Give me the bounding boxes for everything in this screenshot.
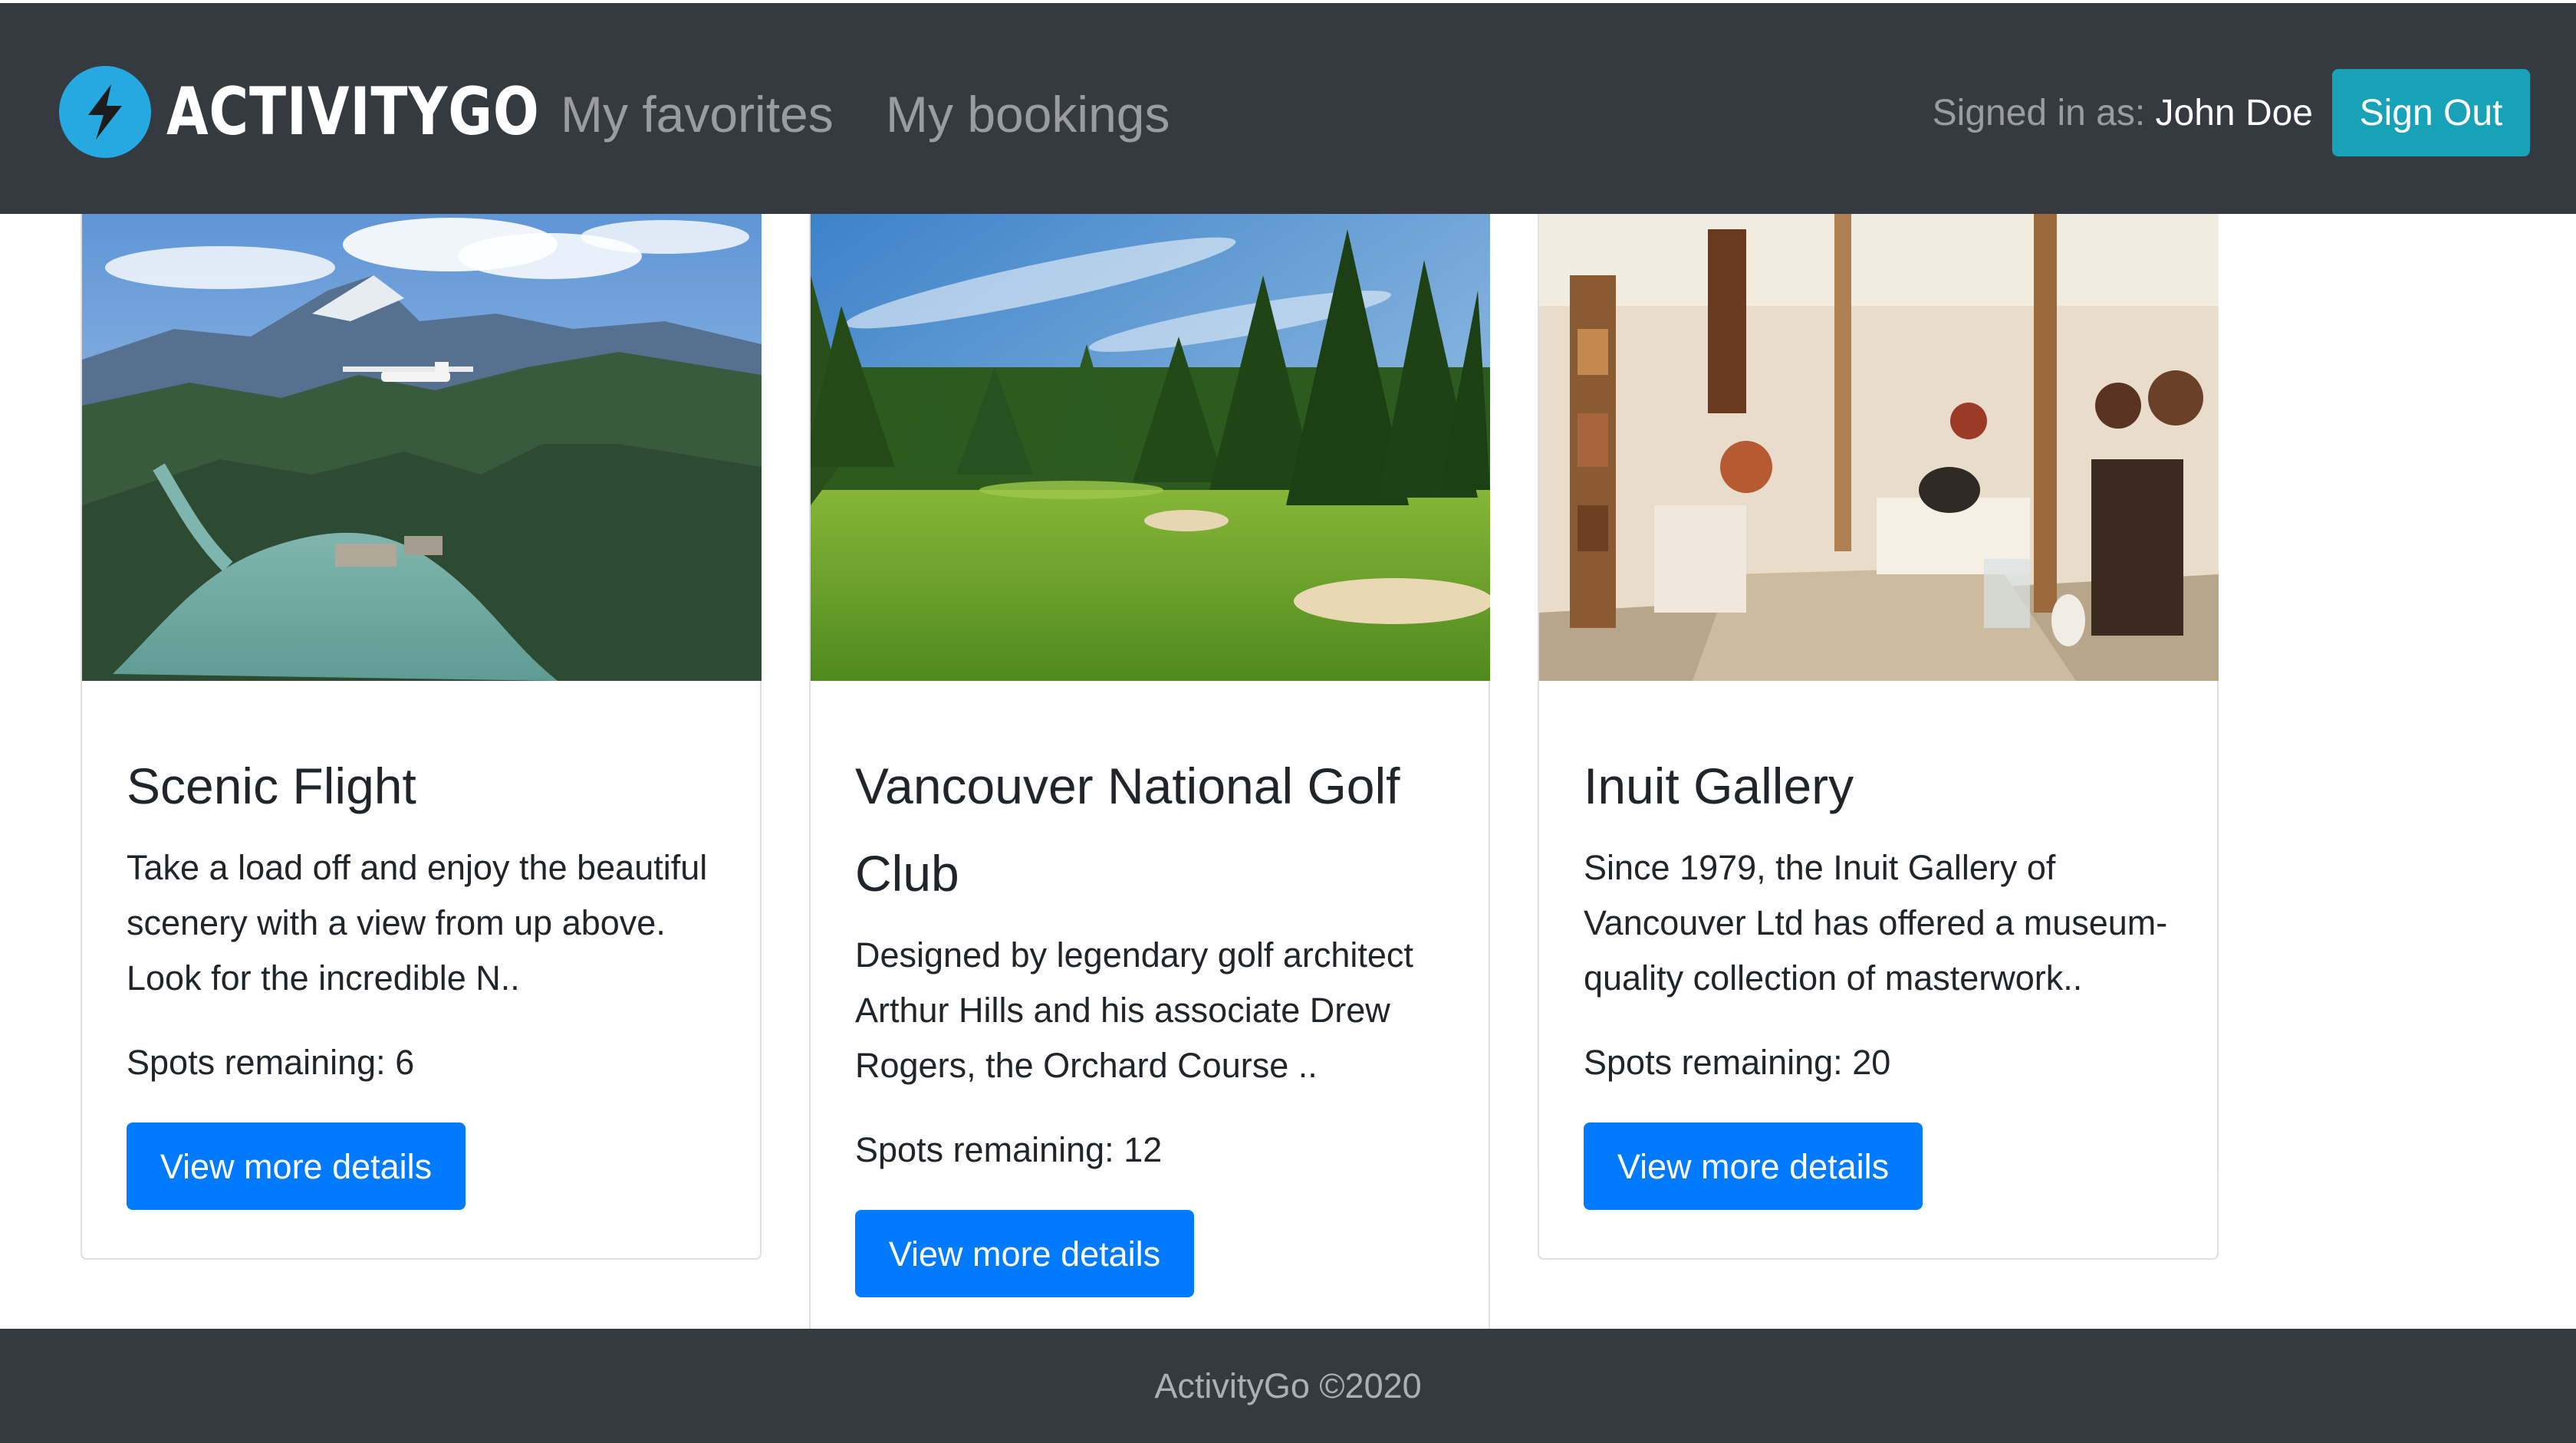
- spots-count: 6: [395, 1043, 415, 1082]
- spots-count: 20: [1852, 1043, 1891, 1082]
- spots-remaining: Spots remaining: 6: [127, 1035, 716, 1090]
- navbar: ACTIVITYGO My favorites My bookings Sign…: [0, 0, 2576, 214]
- view-details-button[interactable]: View more details: [127, 1123, 466, 1210]
- signed-in-label: Signed in as:: [1932, 93, 2146, 133]
- activity-image: [1539, 214, 2219, 681]
- signed-in-status: Signed in as: John Doe: [1933, 88, 2313, 139]
- brand-name: ACTIVITYGO: [166, 74, 540, 150]
- activity-card: Inuit Gallery Since 1979, the Inuit Gall…: [1538, 214, 2219, 1260]
- activity-card: Vancouver National Golf Club Designed by…: [809, 214, 1490, 1347]
- nav-my-bookings[interactable]: My bookings: [886, 80, 1170, 149]
- activity-title: Inuit Gallery: [1584, 758, 1854, 814]
- view-details-button[interactable]: View more details: [855, 1210, 1194, 1297]
- spots-label: Spots remaining:: [1584, 1043, 1843, 1082]
- nav-my-favorites[interactable]: My favorites: [561, 80, 834, 149]
- sign-out-button[interactable]: Sign Out: [2332, 69, 2530, 156]
- spots-remaining: Spots remaining: 12: [855, 1123, 1444, 1178]
- activity-image: [811, 214, 1490, 681]
- spots-label: Spots remaining:: [127, 1043, 386, 1082]
- footer: ActivityGo ©2020: [0, 1329, 2576, 1443]
- footer-copyright: ActivityGo ©2020: [1154, 1366, 1422, 1405]
- activity-card: Scenic Flight Take a load off and enjoy …: [81, 214, 762, 1260]
- user-name: John Doe: [2155, 93, 2313, 133]
- activity-title: Vancouver National Golf Club: [855, 758, 1400, 902]
- brand-link[interactable]: ACTIVITYGO: [59, 64, 622, 159]
- activity-description: Designed by legendary golf architect Art…: [855, 935, 1413, 1085]
- spots-remaining: Spots remaining: 20: [1584, 1035, 2173, 1090]
- activity-title: Scenic Flight: [127, 758, 416, 814]
- activity-description: Take a load off and enjoy the beautiful …: [127, 848, 708, 998]
- spots-count: 12: [1124, 1130, 1163, 1169]
- lightning-bolt-icon: [59, 66, 151, 158]
- activity-description: Since 1979, the Inuit Gallery of Vancouv…: [1584, 848, 2168, 998]
- activity-image: [82, 214, 762, 681]
- spots-label: Spots remaining:: [855, 1130, 1114, 1169]
- view-details-button[interactable]: View more details: [1584, 1123, 1923, 1210]
